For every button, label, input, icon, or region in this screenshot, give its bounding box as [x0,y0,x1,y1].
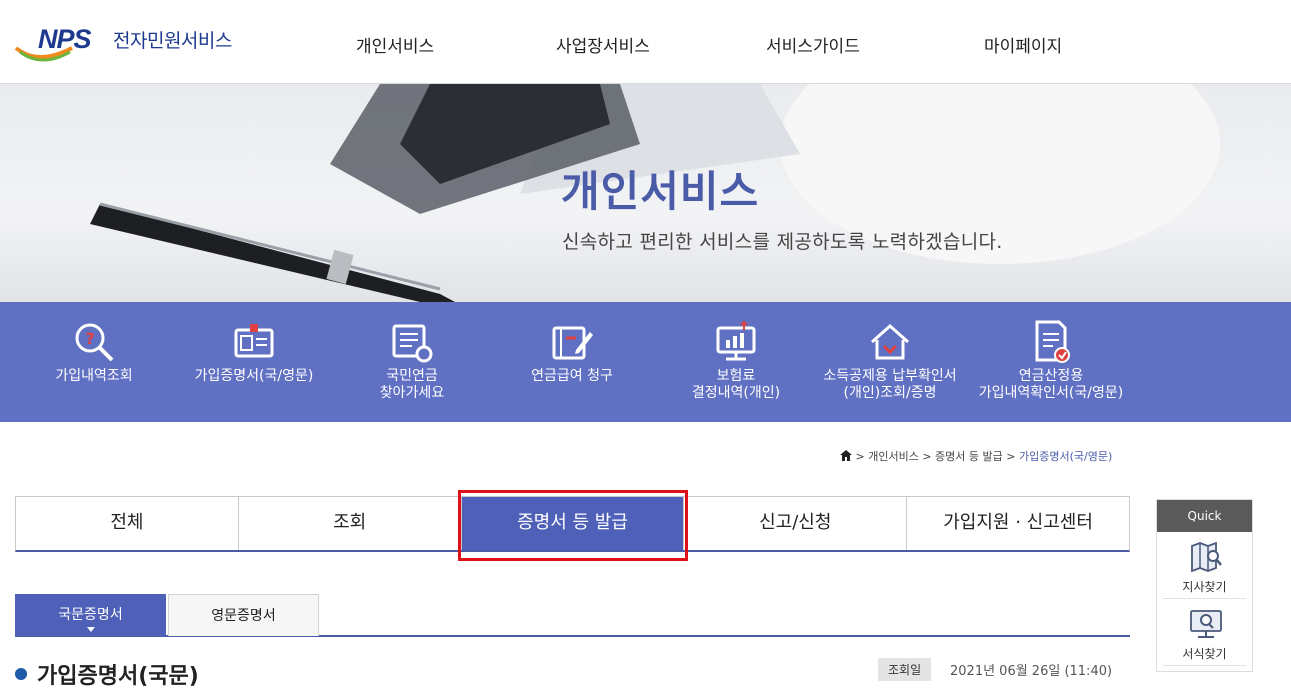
nav-personal-service[interactable]: 개인서비스 [356,32,434,57]
nav-mypage[interactable]: 마이페이지 [984,32,1062,57]
quick-item-label: 가입내역조회 [55,368,133,384]
id-card-icon [234,324,274,358]
document-check-icon [1035,320,1070,363]
breadcrumb-item[interactable]: 증명서 등 발급 [935,450,1003,463]
quick-item-tax-deduction[interactable]: 소득공제용 납부확인서 (개인)조회/증명 [814,302,966,422]
breadcrumb-current[interactable]: 가입증명서(국/영문) [1019,450,1112,463]
tab-report-application[interactable]: 신고/신청 [684,497,908,550]
tab-support-center[interactable]: 가입지원 · 신고센터 [907,497,1129,550]
logo-brand: NPS [38,24,92,54]
hero-title: 개인서비스 [561,167,760,216]
quick-item-benefit-claim[interactable]: 연금급여 청구 [512,302,632,422]
quick-item-label: 연금산정용 가입내역확인서(국/영문) [978,368,1124,401]
monitor-chart-icon [716,320,756,361]
quick-item-label: 소득공제용 납부확인서 (개인)조회/증명 [823,368,957,401]
tab-all[interactable]: 전체 [16,497,239,550]
bullet-icon [15,668,27,680]
breadcrumb-separator: > [922,450,932,463]
site-header: NPS 전자민원서비스 개인서비스 사업장서비스 서비스가이드 마이페이지 [0,0,1291,84]
quick-item-label: 지사찾기 [1182,580,1227,594]
quick-item-label: 가입증명서(국/영문) [194,368,314,384]
document-search-icon [392,324,433,363]
inquiry-date: 2021년 06월 26일 (11:40) [950,664,1113,679]
certificate-language-tabs: 국문증명서 영문증명서 [15,594,1130,637]
monitor-search-icon [1190,610,1222,638]
highlight-box [458,490,688,561]
hero-subtitle: 신속하고 편리한 서비스를 제공하도록 노력하겠습니다. [562,231,1003,253]
quick-item-premium-decision[interactable]: 보험료 결정내역(개인) [676,302,796,422]
quick-panel-title: Quick [1157,500,1252,532]
quick-item-subscription-certificate[interactable]: 가입증명서(국/영문) [188,302,320,422]
document-title-text: 가입증명서(국문) [37,664,199,689]
subtab-label: 국문증명서 [58,607,123,623]
quick-item-pension-calc-history[interactable]: 연금산정용 가입내역확인서(국/영문) [970,302,1132,422]
map-search-icon [1191,541,1222,573]
quick-item-subscription-history[interactable]: ? 가입내역조회 [30,302,158,422]
form-pen-icon [552,326,593,360]
breadcrumb-separator: > [1006,450,1016,463]
tab-inquiry[interactable]: 조회 [239,497,462,550]
hero-banner: 개인서비스 신속하고 편리한 서비스를 제공하도록 노력하겠습니다. [0,84,1291,302]
logo-text: 전자민원서비스 [113,30,232,52]
quick-find-branch[interactable]: 지사찾기 [1163,532,1246,599]
breadcrumb-separator: > [855,450,865,463]
quick-item-label: 연금급여 청구 [531,368,613,384]
quick-item-label: 서식찾기 [1182,647,1227,661]
subtab-english-certificate[interactable]: 영문증명서 [168,594,319,636]
breadcrumb: > 개인서비스 > 증명서 등 발급 > 가입증명서(국/영문) [840,448,1112,464]
breadcrumb-item[interactable]: 개인서비스 [868,450,919,463]
quick-find-form[interactable]: 서식찾기 [1163,599,1246,666]
quick-item-label: 국민연금 찾아가세요 [379,368,445,401]
house-icon [871,323,909,360]
quick-panel: Quick 지사찾기 서식찾기 [1156,499,1253,672]
home-icon[interactable] [840,450,852,461]
quick-service-bar: ? 가입내역조회 가입증명서(국/영문) 국민연금 찾아가세요 연금급여 청구 … [0,302,1291,422]
inquiry-date-label: 조회일 [878,658,932,681]
nps-logo[interactable]: NPS 전자민원서비스 [14,22,244,66]
search-question-icon: ? [75,323,114,362]
nav-business-service[interactable]: 사업장서비스 [556,32,650,57]
subtab-korean-certificate[interactable]: 국문증명서 [15,594,166,636]
quick-item-find-pension[interactable]: 국민연금 찾아가세요 [352,302,472,422]
svg-text:?: ? [85,329,94,348]
nav-service-guide[interactable]: 서비스가이드 [766,32,860,57]
document-title: 가입증명서(국문) [15,658,199,690]
caret-down-icon [87,627,95,632]
quick-item-label: 보험료 결정내역(개인) [691,368,781,401]
